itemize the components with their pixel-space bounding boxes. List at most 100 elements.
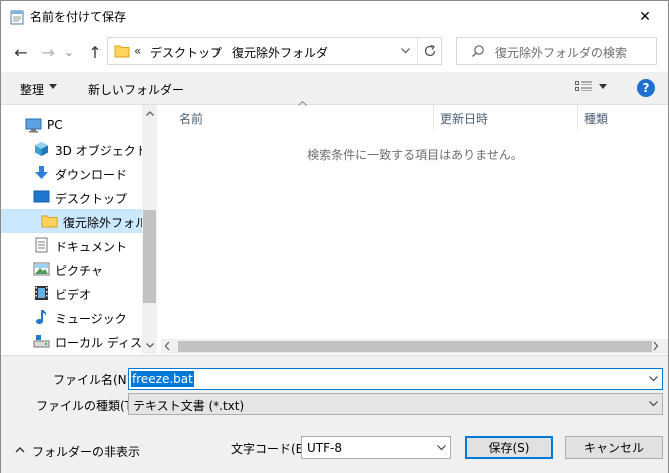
column-header-label: 更新日時 bbox=[440, 112, 489, 126]
encoding-value: UTF-8 bbox=[307, 441, 342, 455]
address-dropdown-button[interactable] bbox=[395, 38, 415, 64]
nav-item-label: デスクトップ bbox=[55, 192, 128, 206]
up-button[interactable]: ↑ bbox=[83, 40, 107, 64]
column-header-modified[interactable]: 更新日時 bbox=[434, 105, 578, 129]
filename-dropdown-button[interactable] bbox=[644, 369, 662, 389]
view-options-icon[interactable] bbox=[575, 80, 593, 94]
nav-item-label: ピクチャ bbox=[55, 264, 103, 278]
search-box[interactable]: 復元除外フォルダの検索 bbox=[456, 37, 657, 65]
close-button[interactable]: ✕ bbox=[622, 1, 668, 32]
filetype-select[interactable]: テキスト文書 (*.txt) bbox=[128, 393, 663, 415]
forward-arrow-icon: → bbox=[41, 42, 55, 62]
nav-item-documents[interactable]: ドキュメント bbox=[1, 233, 142, 257]
up-arrow-icon: ↑ bbox=[88, 42, 102, 62]
column-header-type[interactable]: 種類 bbox=[578, 105, 668, 129]
folder-icon bbox=[114, 44, 130, 58]
chevron-down-icon bbox=[400, 48, 410, 54]
organize-button[interactable]: 整理 bbox=[20, 81, 44, 98]
title-bar[interactable]: 名前を付けて保存 ✕ bbox=[1, 1, 668, 32]
filename-label: ファイル名(N): bbox=[53, 373, 136, 387]
nav-item-restore-excluded-folder[interactable]: 復元除外フォルダ bbox=[1, 209, 142, 233]
disk-icon bbox=[33, 335, 50, 348]
nav-item-3d-objects[interactable]: 3D オブジェクト bbox=[1, 137, 142, 161]
encoding-label: 文字コード(E): bbox=[231, 442, 312, 456]
nav-item-pictures[interactable]: ピクチャ bbox=[1, 257, 142, 281]
save-button[interactable]: 保存(S) bbox=[465, 436, 553, 459]
chevron-left-icon[interactable] bbox=[164, 340, 170, 352]
desktop-icon bbox=[33, 190, 50, 203]
refresh-button[interactable] bbox=[417, 38, 441, 64]
encoding-select[interactable]: UTF-8 bbox=[301, 436, 451, 459]
chevron-up-icon bbox=[145, 110, 154, 116]
video-icon bbox=[35, 286, 48, 300]
scroll-down-button[interactable] bbox=[142, 339, 157, 351]
recent-locations-button[interactable]: ⌄ bbox=[61, 40, 77, 64]
scroll-up-button[interactable] bbox=[142, 107, 157, 119]
filetype-dropdown-button[interactable] bbox=[644, 394, 662, 414]
nav-item-label: ドキュメント bbox=[55, 240, 128, 254]
command-toolbar: 整理 新しいフォルダー ? bbox=[1, 72, 668, 105]
refresh-icon bbox=[424, 44, 435, 57]
nav-item-label: ミュージック bbox=[55, 312, 127, 326]
address-overflow-icon[interactable]: « bbox=[134, 44, 141, 58]
chevron-down-icon bbox=[145, 342, 154, 348]
new-folder-button[interactable]: 新しいフォルダー bbox=[88, 81, 184, 98]
chevron-down-icon bbox=[648, 401, 658, 407]
music-icon bbox=[36, 310, 47, 324]
nav-item-videos[interactable]: ビデオ bbox=[1, 281, 142, 305]
nav-item-label: ビデオ bbox=[55, 288, 92, 302]
3d-objects-icon bbox=[35, 142, 48, 156]
forward-button[interactable]: → bbox=[36, 40, 60, 64]
nav-pane-scroll-thumb[interactable] bbox=[143, 210, 156, 303]
filename-input[interactable]: freeze.bat bbox=[128, 368, 663, 390]
filetype-value: テキスト文書 (*.txt) bbox=[133, 399, 245, 413]
address-segment-desktop[interactable]: デスクトップ bbox=[150, 44, 222, 61]
search-input[interactable]: 復元除外フォルダの検索 bbox=[495, 44, 627, 61]
cancel-button[interactable]: キャンセル bbox=[565, 436, 663, 459]
back-button[interactable]: ← bbox=[9, 40, 33, 64]
pictures-icon bbox=[33, 262, 50, 276]
file-list-hscroll-thumb[interactable] bbox=[178, 341, 652, 352]
chevron-down-icon bbox=[436, 444, 446, 450]
filename-value[interactable]: freeze.bat bbox=[131, 371, 194, 387]
close-icon: ✕ bbox=[639, 8, 651, 25]
nav-item-downloads[interactable]: ダウンロード bbox=[1, 161, 142, 185]
window-title: 名前を付けて保存 bbox=[30, 10, 127, 24]
chevron-down-icon bbox=[648, 376, 658, 382]
nav-item-label: 3D オブジェクト bbox=[55, 144, 142, 158]
hide-folders-label: フォルダーの非表示 bbox=[32, 445, 141, 459]
encoding-dropdown-button[interactable] bbox=[432, 437, 450, 458]
chevron-down-icon: ⌄ bbox=[63, 45, 75, 59]
chevron-up-icon bbox=[15, 447, 25, 453]
empty-list-message: 検索条件に一致する項目はありません。 bbox=[307, 148, 523, 162]
column-header-label: 名前 bbox=[179, 112, 204, 126]
chevron-right-icon[interactable]: › bbox=[215, 44, 220, 58]
column-header-label: 種類 bbox=[584, 112, 609, 126]
filetype-label: ファイルの種類(T): bbox=[36, 399, 141, 413]
document-icon bbox=[35, 237, 48, 253]
nav-item-music[interactable]: ミュージック bbox=[1, 305, 142, 329]
nav-item-label: PC bbox=[47, 118, 63, 132]
address-segment-current[interactable]: 復元除外フォルダ bbox=[232, 44, 328, 61]
nav-item-pc[interactable]: PC bbox=[1, 113, 142, 137]
sort-ascending-icon bbox=[298, 101, 307, 106]
navigation-pane[interactable]: PC 3D オブジェクト ダウンロード デスクトップ 復元除外フォル ドキュメン… bbox=[1, 105, 157, 354]
column-header-name[interactable]: 名前 bbox=[173, 105, 434, 129]
notepad-icon bbox=[10, 9, 24, 25]
nav-item-local-disk[interactable]: ローカル ディスク (C bbox=[1, 329, 142, 353]
search-icon bbox=[471, 44, 485, 58]
caret-down-icon[interactable] bbox=[599, 84, 607, 89]
download-icon bbox=[35, 166, 48, 179]
help-icon[interactable]: ? bbox=[637, 79, 655, 97]
nav-item-label: 復元除外フォルダ bbox=[63, 216, 142, 230]
chevron-right-icon[interactable] bbox=[653, 340, 659, 352]
back-arrow-icon: ← bbox=[14, 42, 28, 62]
caret-down-icon[interactable] bbox=[49, 84, 57, 89]
address-bar[interactable]: « デスクトップ › 復元除外フォルダ bbox=[107, 37, 442, 65]
nav-item-label: ローカル ディスク (C bbox=[55, 336, 142, 350]
nav-item-desktop[interactable]: デスクトップ bbox=[1, 185, 142, 209]
save-as-dialog: 名前を付けて保存 ✕ ← → ⌄ ↑ « デスクトップ › 復元除外フォルダ 復… bbox=[0, 0, 669, 473]
folder-icon bbox=[41, 215, 58, 228]
nav-item-label: ダウンロード bbox=[55, 168, 128, 182]
pc-icon bbox=[25, 118, 42, 133]
